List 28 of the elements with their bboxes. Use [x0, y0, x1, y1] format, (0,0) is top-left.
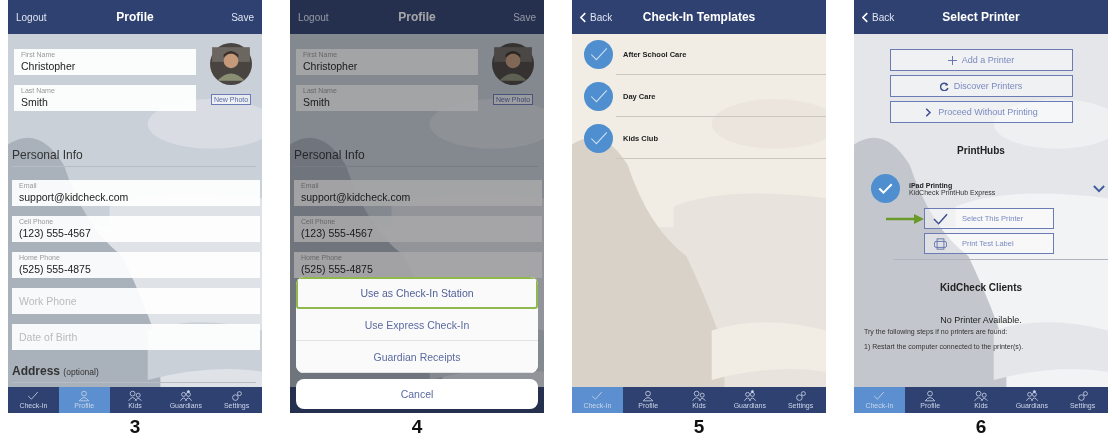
plus-icon — [947, 55, 957, 65]
screen-number: 4 — [410, 416, 424, 438]
people-icon — [973, 390, 989, 402]
section-heading: PrintHubs — [956, 145, 1006, 156]
checkmark-icon[interactable] — [871, 174, 900, 203]
chevron-down-icon[interactable] — [1093, 184, 1105, 193]
screen-number: 3 — [128, 416, 142, 438]
people-icon — [691, 390, 707, 402]
refresh-icon — [939, 81, 949, 91]
pointer-arrow — [886, 213, 924, 224]
checkmark-icon — [933, 212, 948, 225]
screen-title: Check-In Templates — [642, 10, 756, 24]
section-heading: KidCheck Clients — [938, 282, 1024, 293]
printer-icon — [933, 237, 948, 250]
checkmark-icon[interactable] — [584, 124, 613, 153]
screen-number: 6 — [974, 416, 988, 438]
checkmark-icon[interactable] — [584, 40, 613, 69]
screen-title: Select Printer — [942, 10, 1020, 24]
checkmark-icon[interactable] — [584, 82, 613, 111]
chevron-right-icon — [924, 107, 934, 117]
people-icon — [1023, 390, 1040, 402]
screen-number: 5 — [692, 416, 706, 438]
chevron-left-icon — [580, 11, 587, 23]
back-button[interactable]: Back — [580, 11, 613, 23]
status-message: No Printer Available. — [939, 315, 1023, 325]
people-icon — [741, 390, 758, 402]
back-button[interactable]: Back — [862, 11, 895, 23]
chevron-left-icon — [862, 11, 869, 23]
